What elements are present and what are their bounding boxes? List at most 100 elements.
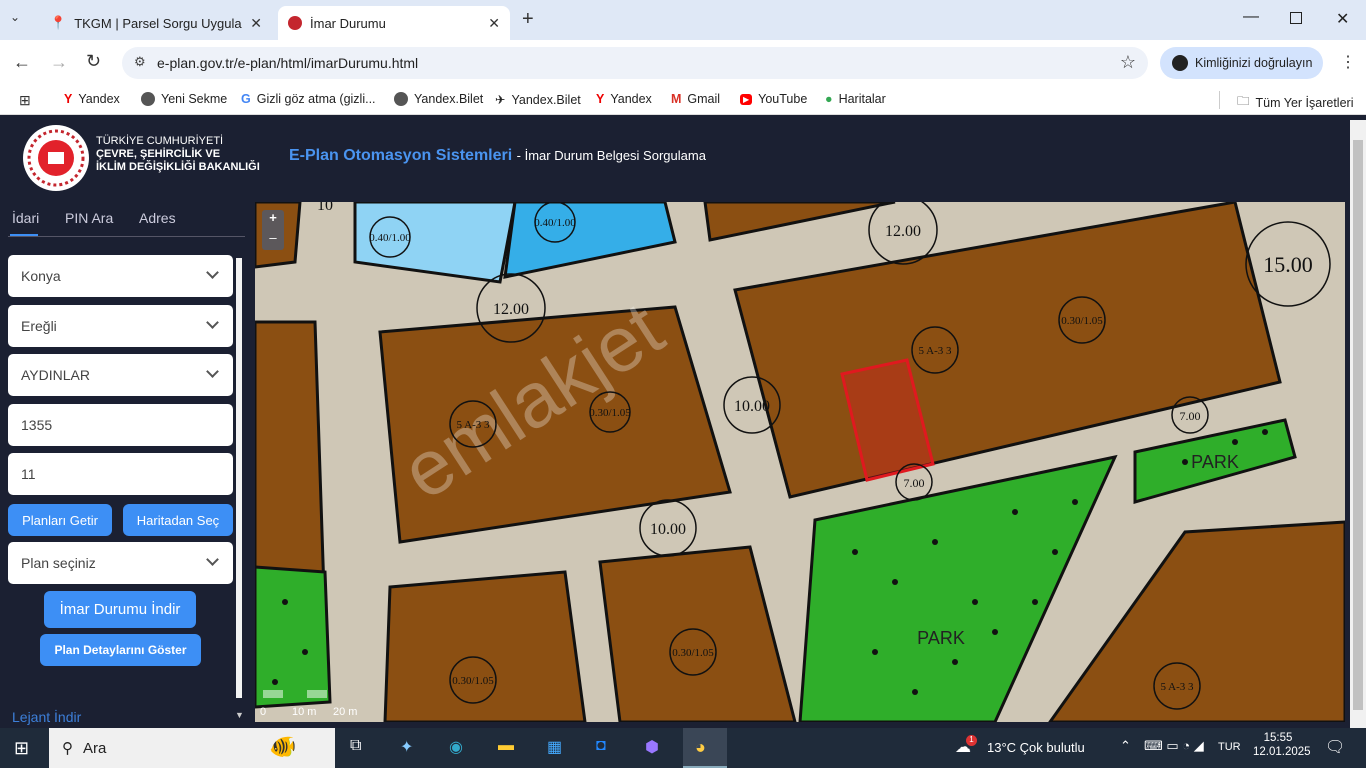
- neighborhood-select[interactable]: AYDINLAR: [8, 354, 233, 396]
- download-zoning-button[interactable]: İmar Durumu İndir: [44, 591, 196, 628]
- forward-icon[interactable]: →: [50, 52, 68, 73]
- bookmark-new-tab[interactable]: Yeni Sekme: [141, 92, 227, 106]
- page-title: E-Plan Otomasyon Sistemleri - İmar Durum…: [289, 147, 706, 164]
- zoom-out-button[interactable]: –: [262, 230, 284, 250]
- close-tab-icon[interactable]: ✕: [250, 15, 262, 32]
- scale-label: 20 m: [333, 706, 357, 718]
- ministry-favicon-icon: [288, 16, 302, 30]
- parcel-input[interactable]: 11: [8, 453, 233, 495]
- app-icon[interactable]: ⬢: [645, 737, 659, 757]
- bookmark-maps[interactable]: ● Haritalar: [825, 92, 886, 106]
- chevron-down-icon: [206, 553, 219, 566]
- page-scrollbar[interactable]: [1350, 120, 1366, 728]
- bookmark-yandex-bilet-2[interactable]: ✈ Yandex.Bilet: [495, 92, 581, 108]
- zoning-plan-map[interactable]: emlakjet 12.00 12.00 10.00 10.00 7.00 7.…: [255, 202, 1345, 722]
- gmail-icon: M: [671, 92, 682, 106]
- reload-icon[interactable]: ↻: [86, 51, 101, 72]
- google-icon: G: [241, 92, 251, 106]
- road-width-label: 12.00: [493, 301, 529, 318]
- clock[interactable]: 15:55 12.01.2025: [1253, 732, 1311, 758]
- bookmark-yandex-2[interactable]: Y Yandex: [596, 92, 652, 106]
- bookmark-star-icon[interactable]: ☆: [1120, 52, 1136, 73]
- road-width-label: 7.00: [904, 476, 925, 490]
- new-tab-icon[interactable]: +: [522, 8, 534, 31]
- legend-download-link[interactable]: Lejant İndir: [12, 709, 81, 725]
- road-width-label: 10.00: [650, 521, 686, 538]
- tab-tkgm[interactable]: 📍 TKGM | Parsel Sorgu Uygulaması ✕: [40, 6, 272, 40]
- bookmark-yandex[interactable]: Y Yandex: [64, 92, 120, 106]
- tray-chevron-icon[interactable]: ⌃: [1120, 738, 1131, 754]
- menu-kebab-icon[interactable]: ⋮: [1340, 52, 1356, 72]
- chrome-taskbar-button[interactable]: ◕: [683, 728, 727, 768]
- map-viewer[interactable]: emlakjet 12.00 12.00 10.00 10.00 7.00 7.…: [255, 202, 1345, 722]
- sidebar-scrollbar[interactable]: [236, 258, 242, 698]
- get-plans-button[interactable]: Planları Getir: [8, 504, 112, 536]
- site-info-icon[interactable]: ⚙: [134, 54, 146, 70]
- road-width-label: 10.00: [734, 398, 770, 415]
- search-icon: ⚲: [62, 740, 73, 757]
- bookmark-yandex-bilet[interactable]: Yandex.Bilet: [394, 92, 483, 106]
- park-label: PARK: [1191, 452, 1239, 472]
- store-icon[interactable]: ▦: [547, 737, 562, 757]
- edge-icon[interactable]: ◉: [449, 737, 463, 757]
- file-explorer-icon[interactable]: ▬: [498, 737, 514, 755]
- taskbar: ⊞ ⚲ Ara 🐠 ⧉ ✦ ◉ ▬ ▦ ◘ ⬢ ◕ ☁ 1 13°C Çok bul…: [0, 728, 1366, 768]
- all-bookmarks[interactable]: 🗀 Tüm Yer İşaretleri: [1237, 92, 1353, 113]
- bookmark-incognito[interactable]: G Gizli göz atma (gizli...: [241, 92, 376, 106]
- task-view-icon[interactable]: ⧉: [350, 737, 361, 755]
- folder-icon: 🗀: [1237, 94, 1250, 108]
- sidebar: İdari PIN Ara Adres Konya Ereğli AYDINLA…: [0, 202, 255, 728]
- fish-illustration-icon: 🐠: [269, 734, 297, 759]
- tab-imar-durumu[interactable]: İmar Durumu ✕: [278, 6, 510, 40]
- park-label: PARK: [917, 628, 965, 648]
- copilot-icon[interactable]: ✦: [400, 737, 413, 757]
- divider: [1219, 91, 1220, 109]
- address-bar[interactable]: ⚙ e-plan.gov.tr/e-plan/html/imarDurumu.h…: [122, 47, 1148, 79]
- notifications-icon[interactable]: 🗨: [1325, 737, 1345, 757]
- weather-text[interactable]: 13°C Çok bulutlu: [987, 740, 1085, 755]
- density-label: 0.30/1.05: [1061, 315, 1103, 327]
- block-input[interactable]: 1355: [8, 404, 233, 446]
- tab-pin-ara[interactable]: PIN Ara: [65, 210, 113, 226]
- road-width-label: 15.00: [1263, 252, 1313, 277]
- district-select[interactable]: Ereğli: [8, 305, 233, 347]
- chrome-icon: ◕: [695, 737, 706, 757]
- apps-grid-icon[interactable]: ⊞: [19, 92, 31, 109]
- chevron-down-icon: [206, 266, 219, 279]
- show-plan-details-button[interactable]: Plan Detaylarını Göster: [40, 634, 201, 666]
- bookmark-youtube[interactable]: ▶ YouTube: [740, 92, 807, 106]
- weather-icon: ☁ 1: [955, 735, 977, 757]
- province-select[interactable]: Konya: [8, 255, 233, 297]
- ministry-name: TÜRKİYE CUMHURİYETİ ÇEVRE, ŞEHİRCİLİK VE…: [96, 135, 260, 173]
- page-header: TÜRKİYE CUMHURİYETİ ÇEVRE, ŞEHİRCİLİK VE…: [0, 120, 1350, 202]
- language-indicator[interactable]: TUR: [1218, 741, 1241, 753]
- scale-label: 10 m: [292, 706, 316, 718]
- close-tab-icon[interactable]: ✕: [488, 15, 500, 32]
- tab-search-chevron-icon[interactable]: ⌄: [10, 10, 30, 30]
- outlook-icon[interactable]: ◘: [596, 737, 606, 755]
- plan-select[interactable]: Plan seçiniz: [8, 542, 233, 584]
- select-from-map-button[interactable]: Haritadan Seç: [123, 504, 233, 536]
- minimize-icon[interactable]: —: [1243, 8, 1259, 26]
- ministry-logo: [23, 125, 89, 191]
- close-window-icon[interactable]: ✕: [1336, 9, 1349, 29]
- youtube-icon: ▶: [740, 93, 753, 105]
- bookmarks-bar: ⊞ Y Yandex Yeni Sekme G Gizli göz atma (gi…: [0, 85, 1366, 115]
- caret-down-icon[interactable]: ▼: [235, 710, 244, 720]
- zoom-control: + –: [262, 210, 284, 250]
- zone-label: 5 A-3 3: [919, 345, 953, 357]
- tab-idari[interactable]: İdari: [12, 210, 39, 226]
- scale-label: 0: [260, 706, 266, 718]
- globe-icon: [141, 92, 155, 106]
- tray-icons[interactable]: ⌨ ▭ ◔ ◢: [1144, 738, 1204, 754]
- density-label: 0.40/1.00: [369, 232, 411, 244]
- profile-button[interactable]: Kimliğinizi doğrulayın: [1160, 47, 1323, 79]
- chevron-down-icon: [206, 365, 219, 378]
- restore-icon[interactable]: [1290, 12, 1302, 24]
- windows-start-icon[interactable]: ⊞: [14, 738, 29, 759]
- taskbar-search[interactable]: ⚲ Ara 🐠: [49, 728, 335, 768]
- zoom-in-button[interactable]: +: [262, 210, 284, 230]
- back-icon[interactable]: ←: [13, 52, 31, 73]
- bookmark-gmail[interactable]: M Gmail: [671, 92, 720, 106]
- tab-adres[interactable]: Adres: [139, 210, 176, 226]
